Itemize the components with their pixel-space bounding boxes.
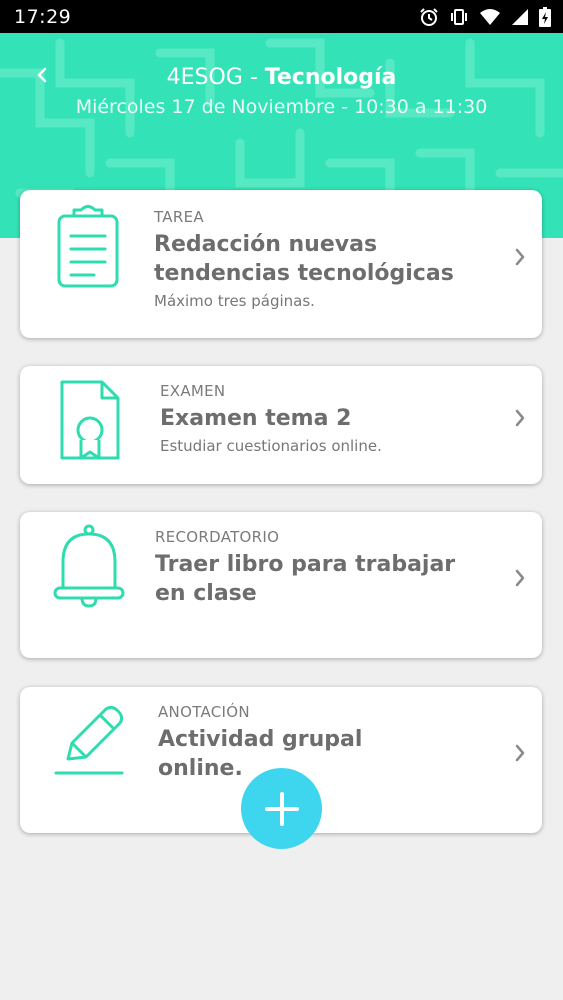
- chevron-right-icon: [515, 248, 525, 266]
- chevron-right-icon: [515, 744, 525, 762]
- card-category: TAREA: [154, 208, 204, 226]
- card-title: Actividad grupal online.: [158, 727, 363, 781]
- page-subtitle: Miércoles 17 de Noviembre - 10:30 a 11:3…: [75, 96, 488, 118]
- add-button[interactable]: [241, 768, 322, 849]
- plus-icon: [264, 791, 299, 826]
- wifi-icon: [480, 8, 500, 25]
- card-description: Máximo tres páginas.: [154, 292, 315, 310]
- bell-icon: [53, 524, 125, 608]
- card-description: Estudiar cuestionarios online.: [160, 437, 382, 455]
- status-icons: [419, 6, 551, 27]
- vibrate-icon: [451, 8, 467, 25]
- card-category: RECORDATORIO: [155, 528, 280, 546]
- chevron-right-icon: [515, 409, 525, 427]
- title-separator: -: [242, 65, 265, 90]
- certificate-icon: [60, 380, 120, 460]
- card-title: Examen tema 2: [160, 406, 352, 431]
- chevron-right-icon: [515, 569, 525, 587]
- status-bar: 17:29: [0, 0, 563, 33]
- subject-name: Tecnología: [264, 65, 397, 90]
- battery-charging-icon: [539, 6, 551, 27]
- group-name: 4ESOG: [166, 65, 243, 90]
- task-card[interactable]: TAREA Redacción nuevas tendencias tecnol…: [20, 190, 542, 338]
- card-title: Traer libro para trabajar en clase: [155, 552, 456, 606]
- card-category: EXAMEN: [160, 382, 226, 400]
- pencil-icon: [54, 705, 124, 775]
- signal-icon: [512, 8, 528, 25]
- card-category: ANOTACIÓN: [158, 703, 250, 721]
- reminder-card[interactable]: RECORDATORIO Traer libro para trabajar e…: [20, 512, 542, 658]
- alarm-icon: [420, 7, 438, 26]
- card-title: Redacción nuevas tendencias tecnológicas: [154, 232, 454, 286]
- status-time: 17:29: [14, 5, 72, 28]
- clipboard-icon: [57, 205, 119, 288]
- page-title: 4ESOG - Tecnología: [0, 65, 563, 90]
- exam-card[interactable]: EXAMEN Examen tema 2 Estudiar cuestionar…: [20, 366, 542, 484]
